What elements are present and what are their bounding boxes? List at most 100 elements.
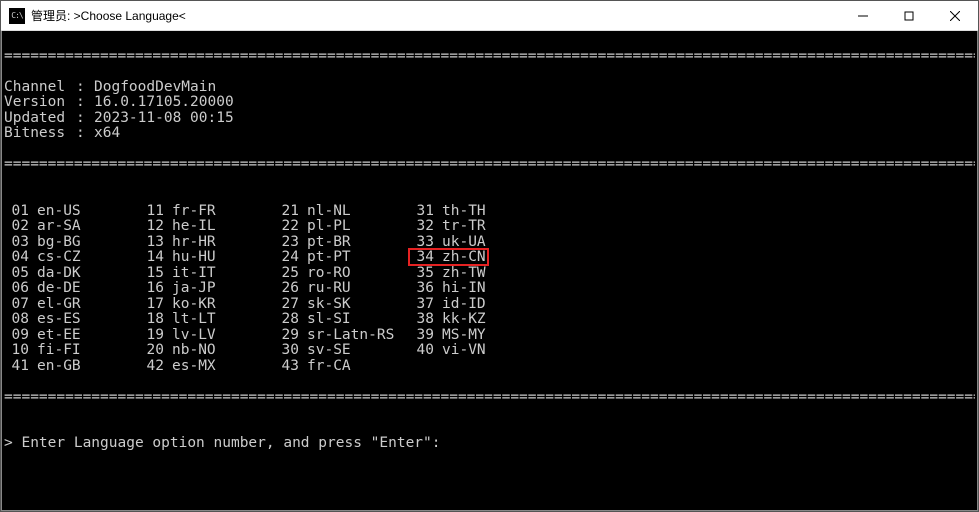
header-key: Version — [4, 95, 76, 111]
language-code: en-GB — [29, 359, 81, 375]
language-number: 08 — [4, 312, 29, 328]
header-row: Updated:2023-11-08 00:15 — [4, 111, 975, 127]
language-number: 04 — [4, 250, 29, 266]
language-number: 26 — [274, 281, 299, 297]
language-number: 06 — [4, 281, 29, 297]
language-option: 28sl-SI — [274, 312, 409, 328]
language-number: 25 — [274, 266, 299, 282]
language-row: 02ar-SA12he-IL22pl-PL32tr-TR — [4, 219, 975, 235]
divider-top: ========================================… — [4, 49, 975, 65]
language-code: cs-CZ — [29, 250, 81, 266]
language-code: ar-SA — [29, 219, 81, 235]
language-code: sk-SK — [299, 297, 351, 313]
language-row: 01en-US11fr-FR21nl-NL31th-TH — [4, 204, 975, 220]
console-area[interactable]: ========================================… — [1, 31, 978, 511]
language-code: zh-TW — [434, 266, 486, 282]
language-option: 35zh-TW — [409, 266, 486, 282]
language-option: 31th-TH — [409, 204, 486, 220]
language-code: fi-FI — [29, 343, 81, 359]
language-number: 27 — [274, 297, 299, 313]
language-number: 10 — [4, 343, 29, 359]
language-number: 30 — [274, 343, 299, 359]
language-option: 12he-IL — [139, 219, 274, 235]
language-code: es-ES — [29, 312, 81, 328]
language-row: 09et-EE19lv-LV29sr-Latn-RS39MS-MY — [4, 328, 975, 344]
header-value: x64 — [94, 126, 120, 142]
language-option: 11fr-FR — [139, 204, 274, 220]
input-prompt[interactable]: > Enter Language option number, and pres… — [4, 436, 975, 452]
language-number: 20 — [139, 343, 164, 359]
titlebar[interactable]: C:\ 管理员: >Choose Language< — [1, 1, 978, 31]
header-sep: : — [76, 126, 94, 142]
language-code: it-IT — [164, 266, 216, 282]
language-code: pt-BR — [299, 235, 351, 251]
language-number: 29 — [274, 328, 299, 344]
header-sep: : — [76, 80, 94, 96]
language-number: 23 — [274, 235, 299, 251]
language-number: 38 — [409, 312, 434, 328]
close-button[interactable] — [932, 1, 978, 30]
language-number: 43 — [274, 359, 299, 375]
header-key: Updated — [4, 111, 76, 127]
language-number: 19 — [139, 328, 164, 344]
language-option: 18lt-LT — [139, 312, 274, 328]
language-option: 41en-GB — [4, 359, 139, 375]
language-code: tr-TR — [434, 219, 486, 235]
language-option: 25ro-RO — [274, 266, 409, 282]
language-option: 08es-ES — [4, 312, 139, 328]
language-code: th-TH — [434, 204, 486, 220]
language-code: hu-HU — [164, 250, 216, 266]
language-number: 37 — [409, 297, 434, 313]
header-sep: : — [76, 111, 94, 127]
language-option: 02ar-SA — [4, 219, 139, 235]
language-option: 27sk-SK — [274, 297, 409, 313]
language-option: 10fi-FI — [4, 343, 139, 359]
language-option: 24pt-PT — [274, 250, 409, 266]
language-number: 39 — [409, 328, 434, 344]
header-row: Bitness:x64 — [4, 126, 975, 142]
language-number: 21 — [274, 204, 299, 220]
header-row: Version:16.0.17105.20000 — [4, 95, 975, 111]
language-option: 19lv-LV — [139, 328, 274, 344]
language-row: 08es-ES18lt-LT28sl-SI38kk-KZ — [4, 312, 975, 328]
language-number: 32 — [409, 219, 434, 235]
language-number: 33 — [409, 235, 434, 251]
language-option: 15it-IT — [139, 266, 274, 282]
language-number: 34 — [409, 250, 434, 266]
language-code: lv-LV — [164, 328, 216, 344]
header-value: 16.0.17105.20000 — [94, 95, 234, 111]
language-option: 05da-DK — [4, 266, 139, 282]
language-number: 09 — [4, 328, 29, 344]
maximize-button[interactable] — [886, 1, 932, 30]
language-code: el-GR — [29, 297, 81, 313]
language-option: 33uk-UA — [409, 235, 486, 251]
language-option: 23pt-BR — [274, 235, 409, 251]
language-option: 22pl-PL — [274, 219, 409, 235]
language-number: 13 — [139, 235, 164, 251]
language-row: 07el-GR17ko-KR27sk-SK37id-ID — [4, 297, 975, 313]
language-code: hr-HR — [164, 235, 216, 251]
language-code: ro-RO — [299, 266, 351, 282]
language-number: 02 — [4, 219, 29, 235]
language-number: 12 — [139, 219, 164, 235]
language-number: 31 — [409, 204, 434, 220]
language-code: es-MX — [164, 359, 216, 375]
language-code: id-ID — [434, 297, 486, 313]
language-number: 01 — [4, 204, 29, 220]
language-option: 32tr-TR — [409, 219, 486, 235]
language-row: 03bg-BG13hr-HR23pt-BR33uk-UA — [4, 235, 975, 251]
console-window: C:\ 管理员: >Choose Language< =============… — [0, 0, 979, 512]
language-option: 39MS-MY — [409, 328, 486, 344]
language-option: 04cs-CZ — [4, 250, 139, 266]
language-code: sl-SI — [299, 312, 351, 328]
language-row: 04cs-CZ14hu-HU24pt-PT34zh-CN — [4, 250, 975, 266]
language-number: 16 — [139, 281, 164, 297]
language-code: kk-KZ — [434, 312, 486, 328]
language-code: sr-Latn-RS — [299, 328, 394, 344]
minimize-button[interactable] — [840, 1, 886, 30]
window-title: 管理员: >Choose Language< — [31, 7, 840, 24]
divider-bottom: ========================================… — [4, 390, 975, 406]
language-number: 07 — [4, 297, 29, 313]
language-code: de-DE — [29, 281, 81, 297]
language-code: da-DK — [29, 266, 81, 282]
